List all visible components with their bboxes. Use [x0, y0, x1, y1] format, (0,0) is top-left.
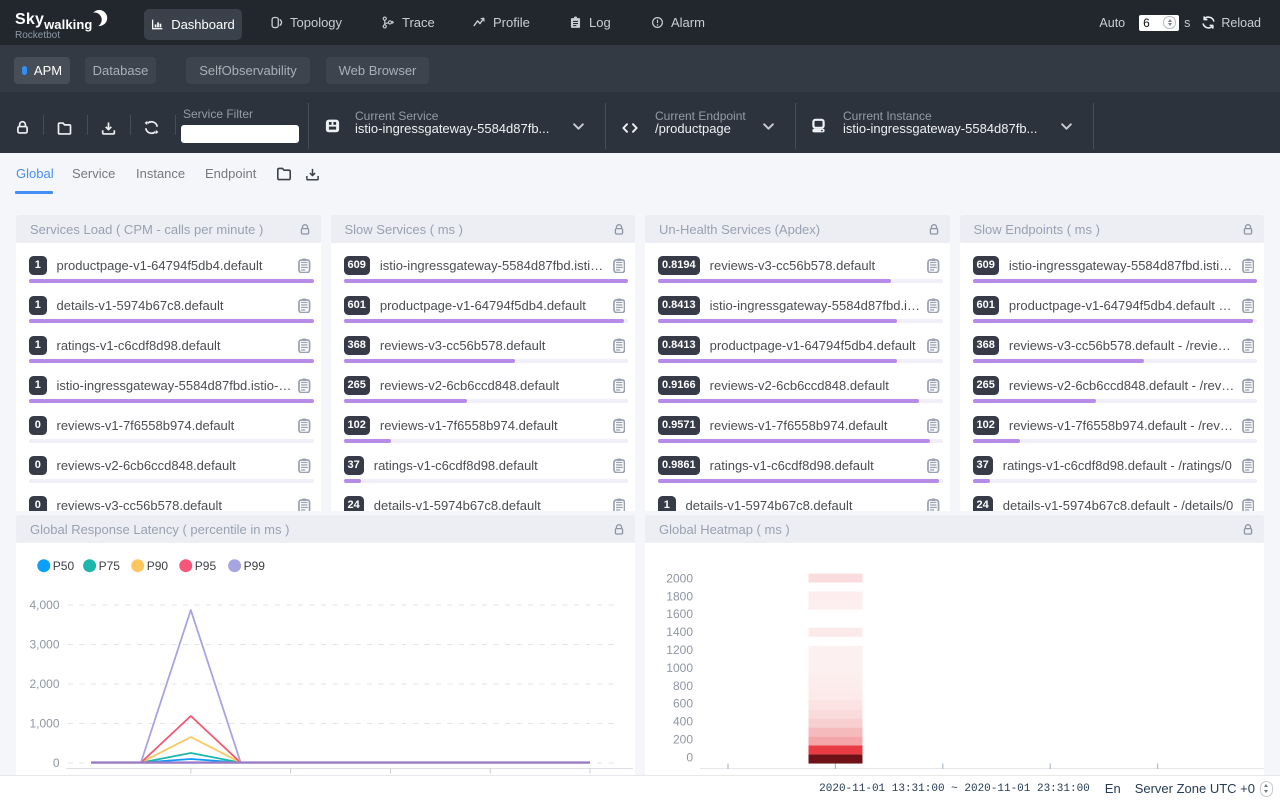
- svg-text:1000: 1000: [666, 661, 693, 675]
- svg-text:2000: 2000: [666, 571, 693, 585]
- svg-text:1800: 1800: [666, 589, 693, 603]
- svg-text:P90: P90: [147, 559, 169, 573]
- svg-text:2,000: 2,000: [29, 677, 59, 691]
- svg-text:3,000: 3,000: [29, 638, 59, 652]
- svg-text:400: 400: [673, 715, 693, 729]
- svg-text:1600: 1600: [666, 607, 693, 621]
- svg-text:800: 800: [673, 679, 693, 693]
- svg-text:P95: P95: [195, 559, 217, 573]
- svg-text:1200: 1200: [666, 643, 693, 657]
- svg-text:1400: 1400: [666, 625, 693, 639]
- svg-text:P75: P75: [99, 559, 121, 573]
- svg-text:1,000: 1,000: [29, 717, 59, 731]
- svg-text:P50: P50: [53, 559, 75, 573]
- svg-text:P99: P99: [244, 559, 266, 573]
- svg-text:200: 200: [673, 733, 693, 747]
- svg-text:0: 0: [53, 756, 60, 770]
- svg-text:4,000: 4,000: [29, 598, 59, 612]
- svg-text:600: 600: [673, 697, 693, 711]
- svg-text:0: 0: [686, 750, 693, 764]
